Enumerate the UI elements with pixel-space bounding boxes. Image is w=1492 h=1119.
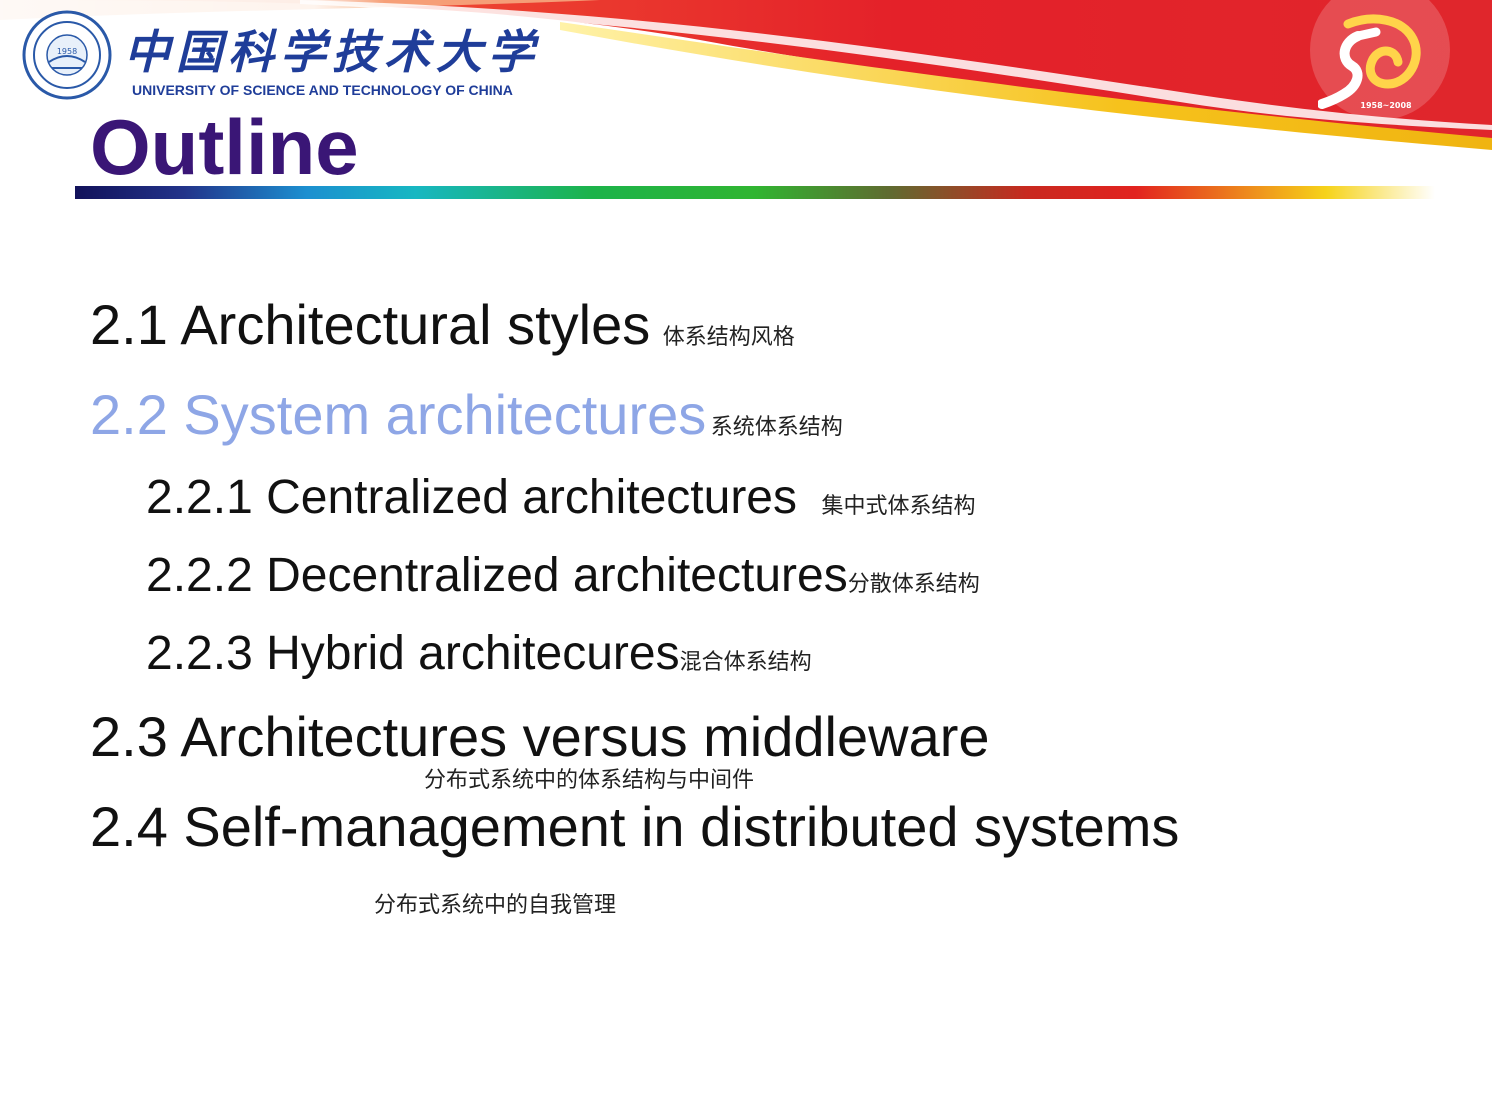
outline-item: 2.1 Architectural styles 体系结构风格 xyxy=(90,292,795,357)
title-divider xyxy=(75,186,1435,199)
outline-item-cn: 体系结构风格 xyxy=(662,325,795,350)
outline-item-text: 2.2 System architectures xyxy=(90,383,707,446)
university-name-en: UNIVERSITY OF SCIENCE AND TECHNOLOGY OF … xyxy=(132,82,513,98)
outline-item-cn: 分布式系统中的体系结构与中间件 xyxy=(424,768,755,793)
outline-subitem: 2.2.3 Hybrid architecures混合体系结构 xyxy=(146,626,812,681)
outline-subitem: 2.2.2 Decentralized architectures分散体系结构 xyxy=(146,548,980,603)
outline-item-text: 2.2.2 Decentralized architectures xyxy=(146,549,848,602)
outline-item: 2.3 Architectures versus middleware xyxy=(90,704,990,769)
outline-subitem: 2.2.1 Centralized architectures 集中式体系结构 xyxy=(146,470,975,525)
outline-item: 2.4 Self-management in distributed syste… xyxy=(90,794,1179,859)
anniversary-logo-icon: 1958~2008 xyxy=(1318,14,1421,110)
anniversary-years: 1958~2008 xyxy=(1360,101,1412,110)
university-name-cn: 中国科学技术大学 xyxy=(124,25,540,79)
seal-year: 1958 xyxy=(57,47,77,56)
slide-title: Outline xyxy=(90,103,359,191)
outline-item-cn: 分布式系统中的自我管理 xyxy=(374,893,617,918)
outline-item-current: 2.2 System architectures 系统体系结构 xyxy=(90,382,843,447)
outline-item-text: 2.1 Architectural styles xyxy=(90,293,651,356)
university-seal-icon: 1958 xyxy=(22,10,112,100)
outline-item-cn: 分散体系结构 xyxy=(847,572,980,597)
outline-item-text: 2.3 Architectures versus middleware xyxy=(90,705,990,768)
outline-item-cn: 集中式体系结构 xyxy=(821,494,976,519)
outline-item-cn: 混合体系结构 xyxy=(679,650,812,675)
outline-item-text: 2.2.1 Centralized architectures xyxy=(146,471,797,524)
outline-item-text: 2.4 Self-management in distributed syste… xyxy=(90,795,1180,858)
outline-item-cn: 系统体系结构 xyxy=(710,415,843,440)
outline-item-text: 2.2.3 Hybrid architecures xyxy=(146,627,680,680)
